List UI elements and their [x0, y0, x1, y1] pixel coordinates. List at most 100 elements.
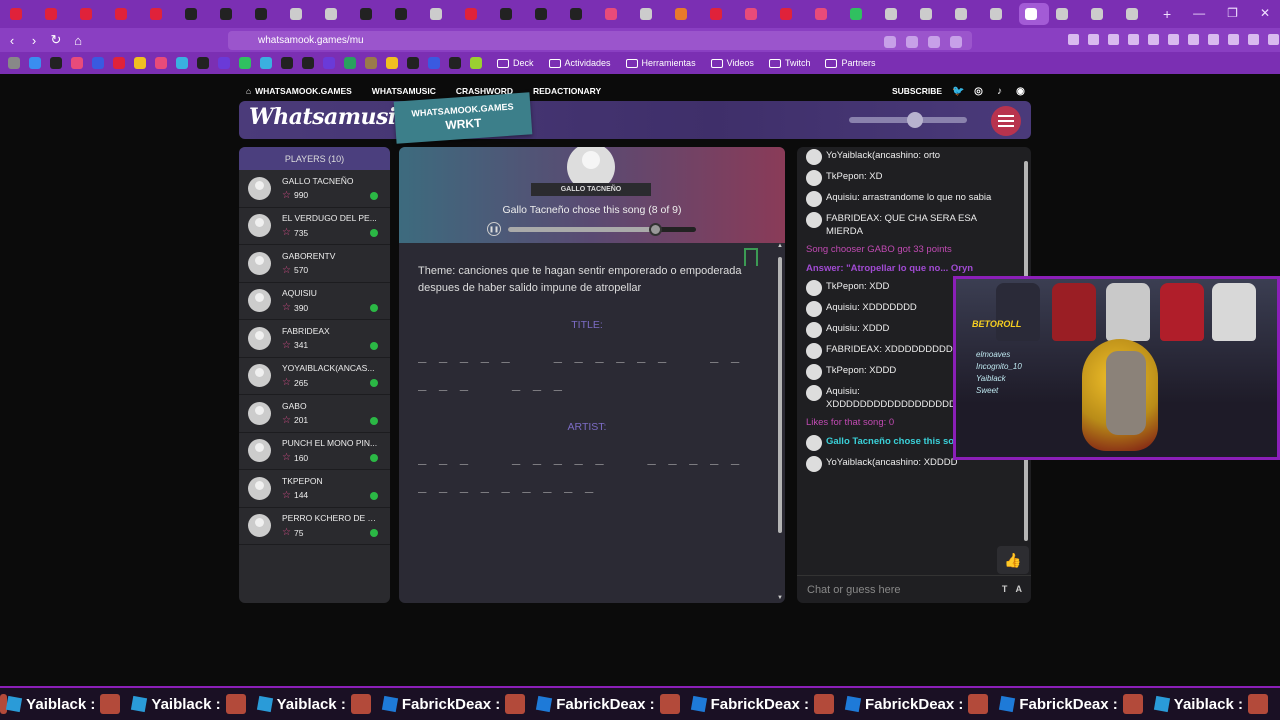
bookmark-favicon-icon[interactable] — [155, 57, 167, 69]
bookmark-favicon-icon[interactable] — [50, 57, 62, 69]
bookmark-folder[interactable]: Deck — [497, 58, 534, 68]
player-row[interactable]: PERRO KCHERO DE G... ☆ 75 — [239, 508, 390, 545]
scroll-up-icon[interactable]: ▲ — [777, 243, 783, 249]
nav-redactionary[interactable]: REDACTIONARY — [533, 86, 601, 96]
bookmark-favicon-icon[interactable] — [470, 57, 482, 69]
bookmark-favicon-icon[interactable] — [8, 57, 20, 69]
chat-input[interactable]: Chat or guess here T A — [797, 575, 1031, 603]
bookmark-favicon-icon[interactable] — [260, 57, 272, 69]
like-button[interactable]: 👍 — [997, 546, 1029, 574]
bookmark-favicon-icon[interactable] — [113, 57, 125, 69]
bookmark-folder[interactable]: Herramientas — [625, 58, 696, 68]
nav-whatsamusic[interactable]: WHATSAMUSIC — [372, 86, 436, 96]
browser-tab[interactable] — [319, 3, 353, 25]
browser-tab[interactable] — [494, 3, 528, 25]
bookmark-favicon-icon[interactable] — [344, 57, 356, 69]
browser-tab[interactable] — [1085, 3, 1119, 25]
browser-tab[interactable] — [879, 3, 913, 25]
bookmark-favicon-icon[interactable] — [197, 57, 209, 69]
extension-icon[interactable] — [1168, 34, 1179, 45]
browser-tab[interactable] — [389, 3, 423, 25]
volume-knob[interactable] — [907, 112, 923, 128]
browser-tab[interactable] — [459, 3, 493, 25]
volume-slider[interactable] — [849, 112, 967, 128]
reload-icon[interactable]: ↻ — [46, 32, 66, 48]
browser-tab[interactable] — [214, 3, 248, 25]
browser-tab[interactable] — [949, 3, 983, 25]
extension-icon[interactable] — [1108, 34, 1119, 45]
bookmark-favicon-icon[interactable] — [428, 57, 440, 69]
bookmark-favicon-icon[interactable] — [71, 57, 83, 69]
browser-tab[interactable] — [599, 3, 633, 25]
bookmark-favicon-icon[interactable] — [92, 57, 104, 69]
extension-icon[interactable] — [1248, 34, 1259, 45]
forward-icon[interactable]: › — [24, 33, 44, 48]
bookmark-favicon-icon[interactable] — [323, 57, 335, 69]
player-row[interactable]: GABORENTV ☆ 570 — [239, 245, 390, 283]
audio-progress-bar[interactable] — [508, 223, 696, 236]
twitter-icon[interactable]: 🐦 — [952, 86, 964, 97]
browser-tab[interactable] — [144, 3, 178, 25]
close-icon[interactable]: ✕ — [1260, 6, 1270, 20]
extension-icon[interactable] — [1088, 34, 1099, 45]
browser-tab[interactable] — [1050, 3, 1084, 25]
browser-tab[interactable] — [1120, 3, 1154, 25]
browser-tab[interactable] — [914, 3, 948, 25]
nav-home[interactable]: ⌂ WHATSAMOOK.GAMES — [246, 86, 352, 96]
player-row[interactable]: GALLO TACNEÑO ☆ 990 — [239, 170, 390, 208]
new-tab-icon[interactable]: + — [1163, 6, 1171, 22]
browser-tab[interactable] — [529, 3, 563, 25]
game-logo[interactable]: Whatsamusic — [249, 104, 409, 130]
bookmark-favicon-icon[interactable] — [218, 57, 230, 69]
browser-tab[interactable] — [739, 3, 773, 25]
player-row[interactable]: YOYAIBLACK(ANCAS... ☆ 265 — [239, 358, 390, 395]
bookmark-favicon-icon[interactable] — [281, 57, 293, 69]
player-row[interactable]: EL VERDUGO DEL PE... ☆ 735 — [239, 208, 390, 245]
browser-tab[interactable] — [704, 3, 738, 25]
bookmark-folder[interactable]: Actividades — [548, 58, 611, 68]
back-icon[interactable]: ‹ — [2, 33, 22, 48]
bookmark-favicon-icon[interactable] — [365, 57, 377, 69]
tiktok-icon[interactable]: ♪ — [994, 86, 1005, 97]
main-scrollbar[interactable]: ▲ ▼ — [777, 243, 783, 601]
extension-icon[interactable] — [1148, 34, 1159, 45]
bookmark-folder[interactable]: Videos — [710, 58, 754, 68]
browser-tab[interactable] — [774, 3, 808, 25]
browser-tab[interactable] — [4, 3, 38, 25]
scroll-thumb[interactable] — [778, 257, 782, 533]
player-row[interactable]: TKPEPON ☆ 144 — [239, 470, 390, 508]
player-row[interactable]: PUNCH EL MONO PIN... ☆ 160 — [239, 433, 390, 470]
browser-tab[interactable] — [249, 3, 283, 25]
bookmark-favicon-icon[interactable] — [302, 57, 314, 69]
browser-tab[interactable] — [1019, 3, 1049, 25]
player-row[interactable]: GABO ☆ 201 — [239, 395, 390, 433]
bookmark-favicon-icon[interactable] — [239, 57, 251, 69]
discord-icon[interactable]: ◉ — [1015, 86, 1026, 97]
text-format-tools[interactable]: T A — [1002, 584, 1025, 594]
browser-tab[interactable] — [74, 3, 108, 25]
browser-tab[interactable] — [809, 3, 843, 25]
extension-icon[interactable] — [1188, 34, 1199, 45]
home-icon[interactable]: ⌂ — [68, 33, 88, 48]
extension-icon[interactable] — [1068, 34, 1079, 45]
browser-tab[interactable] — [424, 3, 458, 25]
instagram-icon[interactable]: ◎ — [973, 86, 984, 97]
browser-tab[interactable] — [39, 3, 73, 25]
minimize-icon[interactable]: — — [1193, 6, 1205, 20]
bookmark-favicon-icon[interactable] — [176, 57, 188, 69]
browser-tab[interactable] — [634, 3, 668, 25]
bookmark-folder[interactable]: Twitch — [768, 58, 810, 68]
browser-tab[interactable] — [354, 3, 388, 25]
bookmark-favicon-icon[interactable] — [407, 57, 419, 69]
extension-icon[interactable] — [1228, 34, 1239, 45]
bookmark-favicon-icon[interactable] — [29, 57, 41, 69]
browser-tab[interactable] — [284, 3, 318, 25]
player-row[interactable]: AQUISIU ☆ 390 — [239, 283, 390, 320]
nav-subscribe[interactable]: SUBSCRIBE — [892, 86, 942, 96]
url-input[interactable]: whatsamook.games/mu — [228, 31, 972, 50]
browser-tab[interactable] — [179, 3, 213, 25]
brave-shield-icon[interactable] — [928, 36, 940, 48]
scroll-down-icon[interactable]: ▼ — [777, 595, 783, 601]
pause-button[interactable]: ❚❚ — [487, 222, 501, 236]
extension-icon[interactable] — [1268, 34, 1279, 45]
